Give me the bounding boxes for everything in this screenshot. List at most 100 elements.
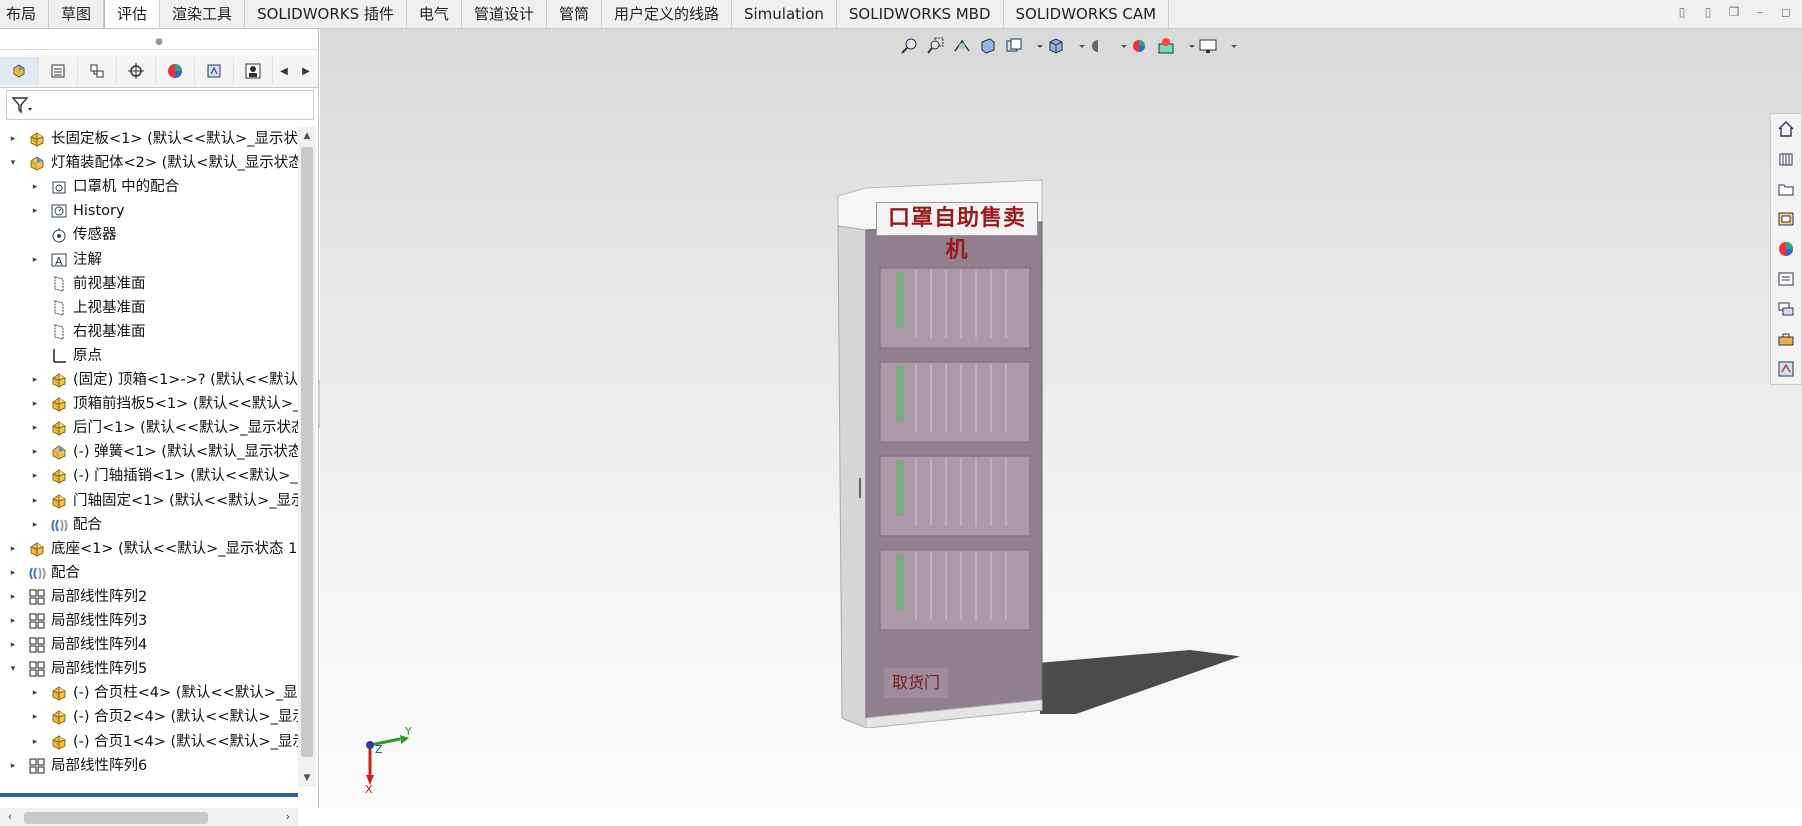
- tab-10[interactable]: SOLIDWORKS MBD: [837, 0, 1004, 28]
- expand-arrow-icon[interactable]: ▸: [30, 440, 40, 464]
- scroll-up-icon[interactable]: ▲: [298, 127, 316, 145]
- tree-item[interactable]: ▸ (-) 合页1<4> (默认<<默认>_显示: [0, 730, 298, 754]
- tree-item[interactable]: 右视基准面: [0, 320, 298, 344]
- tree-item[interactable]: 原点: [0, 344, 298, 368]
- property-manager-tab[interactable]: [39, 57, 78, 85]
- appearances-scenes-icon[interactable]: [1777, 240, 1795, 258]
- dropdown-arrow-icon[interactable]: [1072, 36, 1085, 56]
- collapse-arrow-icon[interactable]: ▾: [8, 657, 18, 681]
- expand-arrow-icon[interactable]: ▸: [30, 392, 40, 416]
- expand-arrow-icon[interactable]: ▸: [30, 489, 40, 513]
- tab-3[interactable]: 渲染工具: [160, 0, 246, 28]
- tree-item[interactable]: ▸ 局部线性阵列6: [0, 754, 298, 778]
- previous-view-icon[interactable]: [952, 36, 972, 56]
- electrical-icon[interactable]: [1777, 360, 1795, 378]
- apply-scene-icon[interactable]: [1156, 36, 1176, 56]
- tab-9[interactable]: Simulation: [732, 0, 837, 28]
- tabs-scroll-right-icon[interactable]: ▶: [295, 57, 317, 85]
- expand-arrow-icon[interactable]: ▸: [8, 127, 18, 151]
- dropdown-arrow-icon[interactable]: [1224, 36, 1237, 56]
- panel-splitter[interactable]: ●: [0, 37, 318, 50]
- display-style-icon[interactable]: [1088, 36, 1108, 56]
- file-explorer-icon[interactable]: [1777, 180, 1795, 198]
- view-palette-icon[interactable]: [1777, 210, 1795, 228]
- tab-8[interactable]: 用户定义的线路: [602, 0, 732, 28]
- dynamic-annotation-icon[interactable]: [1004, 36, 1024, 56]
- tree-item[interactable]: ▸ 局部线性阵列2: [0, 585, 298, 609]
- tab-7[interactable]: 管筒: [547, 0, 602, 28]
- dropdown-arrow-icon[interactable]: [1114, 36, 1127, 56]
- horizontal-scroll-thumb[interactable]: [24, 812, 208, 824]
- tile-left-icon[interactable]: ▯: [1674, 4, 1690, 20]
- tree-item[interactable]: ▸ (-) 门轴插销<1> (默认<<默认>_!: [0, 464, 298, 488]
- tree-item[interactable]: ▸ (固定) 顶箱<1>->? (默认<<默认:: [0, 368, 298, 392]
- view-settings-icon[interactable]: [1198, 36, 1218, 56]
- expand-arrow-icon[interactable]: ▸: [8, 585, 18, 609]
- expand-arrow-icon[interactable]: ▸: [30, 248, 40, 272]
- expand-arrow-icon[interactable]: ▸: [30, 705, 40, 729]
- tree-item[interactable]: ▸ (-) 弹簧<1> (默认<默认_显示状态: [0, 440, 298, 464]
- configuration-manager-tab[interactable]: [78, 57, 117, 85]
- tree-item[interactable]: ▸ History: [0, 199, 298, 223]
- expand-arrow-icon[interactable]: ▸: [30, 416, 40, 440]
- tree-item[interactable]: ▸ 配合: [0, 561, 298, 585]
- tree-item[interactable]: ▸ 底座<1> (默认<<默认>_显示状态 1:: [0, 537, 298, 561]
- expand-arrow-icon[interactable]: ▸: [30, 513, 40, 537]
- expand-arrow-icon[interactable]: ▸: [8, 537, 18, 561]
- tree-item[interactable]: ▸ 口罩机 中的配合: [0, 175, 298, 199]
- zoom-to-area-icon[interactable]: [926, 36, 946, 56]
- scroll-thumb[interactable]: [301, 147, 313, 757]
- custom-properties-icon[interactable]: [1777, 270, 1795, 288]
- tree-item[interactable]: 前视基准面: [0, 272, 298, 296]
- tab-4[interactable]: SOLIDWORKS 插件: [245, 0, 407, 28]
- scroll-down-icon[interactable]: ▼: [298, 769, 316, 787]
- vending-machine-model[interactable]: 口罩自助售卖机 取货门: [836, 178, 1046, 729]
- tree-item[interactable]: ▸ A 注解: [0, 248, 298, 272]
- minimize-icon[interactable]: –: [1752, 4, 1768, 20]
- expand-arrow-icon[interactable]: ▸: [30, 368, 40, 392]
- cam-manager-tab[interactable]: [195, 57, 234, 85]
- expand-arrow-icon[interactable]: ▸: [30, 464, 40, 488]
- toolbox-icon[interactable]: [1777, 330, 1795, 348]
- expand-arrow-icon[interactable]: ▸: [8, 754, 18, 778]
- tree-item[interactable]: ▾ 灯箱装配体<2> (默认<默认_显示状态: [0, 151, 298, 175]
- tab-1[interactable]: 草图: [49, 0, 105, 28]
- expand-arrow-icon[interactable]: ▸: [8, 609, 18, 633]
- tab-5[interactable]: 电气: [407, 0, 462, 28]
- tree-item[interactable]: ▸ 顶箱前挡板5<1> (默认<<默认>_: [0, 392, 298, 416]
- expand-arrow-icon[interactable]: ▸: [30, 199, 40, 223]
- dropdown-arrow-icon[interactable]: [1030, 36, 1043, 56]
- home-icon[interactable]: [1777, 120, 1795, 138]
- tree-vertical-scrollbar[interactable]: ▲ ▼: [298, 127, 316, 787]
- tree-item[interactable]: ▸ (-) 合页柱<4> (默认<<默认>_显:: [0, 681, 298, 705]
- expand-arrow-icon[interactable]: ▸: [8, 633, 18, 657]
- tree-item[interactable]: ▸ 长固定板<1> (默认<<默认>_显示状: [0, 127, 298, 151]
- expand-arrow-icon[interactable]: ▸: [30, 175, 40, 199]
- feature-manager-tab[interactable]: [0, 57, 39, 85]
- maximize-icon[interactable]: ◻: [1778, 4, 1794, 20]
- tree-item[interactable]: ▾ 局部线性阵列5: [0, 657, 298, 681]
- design-library-icon[interactable]: [1777, 150, 1795, 168]
- feature-tree-filter[interactable]: [6, 90, 314, 120]
- restore-icon[interactable]: ❐: [1726, 4, 1742, 20]
- expand-arrow-icon[interactable]: ▸: [8, 561, 18, 585]
- dimxpert-manager-tab[interactable]: [117, 57, 156, 85]
- tab-2[interactable]: 评估: [104, 0, 161, 28]
- scroll-left-icon[interactable]: ‹: [0, 808, 20, 826]
- tree-item[interactable]: ▸ 配合: [0, 513, 298, 537]
- tabs-scroll-left-icon[interactable]: ◀: [273, 57, 295, 85]
- tab-11[interactable]: SOLIDWORKS CAM: [1004, 0, 1170, 28]
- scroll-right-icon[interactable]: ›: [278, 808, 298, 826]
- tab-6[interactable]: 管道设计: [462, 0, 547, 28]
- forum-icon[interactable]: [1777, 300, 1795, 318]
- edit-appearance-icon[interactable]: [1130, 36, 1150, 56]
- display-manager-tab[interactable]: [156, 57, 195, 85]
- tree-item[interactable]: ▸ 局部线性阵列3: [0, 609, 298, 633]
- section-view-icon[interactable]: [978, 36, 998, 56]
- dropdown-arrow-icon[interactable]: [1182, 36, 1195, 56]
- tree-item[interactable]: ▸ 局部线性阵列4: [0, 633, 298, 657]
- tree-item[interactable]: 传感器: [0, 223, 298, 247]
- expand-arrow-icon[interactable]: ▸: [30, 730, 40, 754]
- tree-item[interactable]: ▸ 后门<1> (默认<<默认>_显示状态: [0, 416, 298, 440]
- view-orientation-icon[interactable]: [1046, 36, 1066, 56]
